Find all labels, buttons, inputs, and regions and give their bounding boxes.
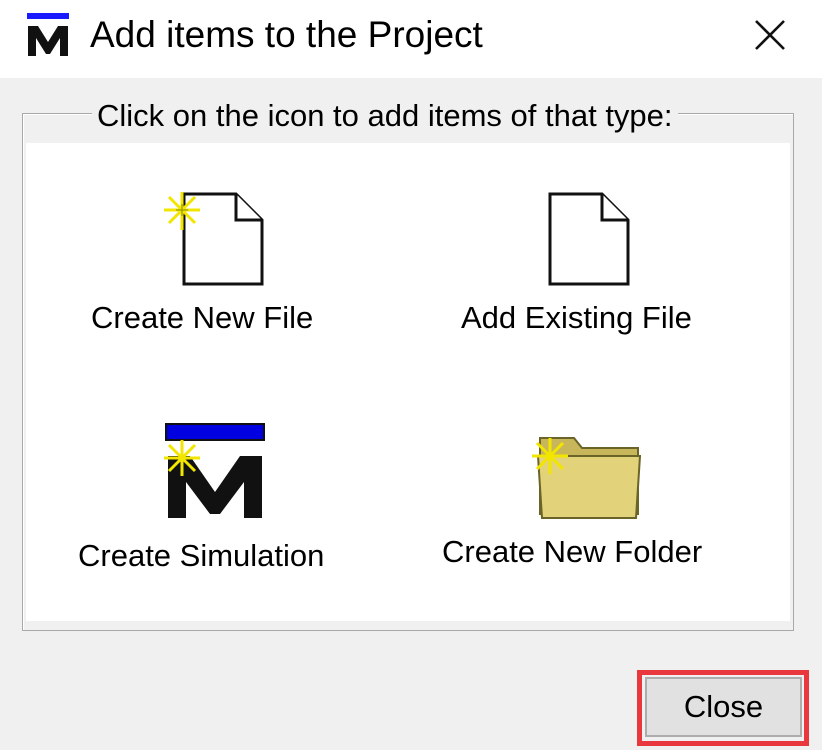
m-logo-icon xyxy=(27,13,69,56)
create-new-file-label: Create New File xyxy=(91,300,314,335)
create-new-folder-label: Create New Folder xyxy=(442,534,703,569)
dialog-window: Add items to the Project Click on the ic… xyxy=(0,0,822,750)
group-legend: Click on the icon to add items of that t… xyxy=(92,96,678,136)
new-simulation-icon xyxy=(164,423,265,518)
create-simulation-label: Create Simulation xyxy=(78,538,325,573)
add-existing-file-item[interactable]: Add Existing File xyxy=(458,188,728,338)
close-icon[interactable] xyxy=(740,8,800,62)
add-existing-file-label: Add Existing File xyxy=(461,300,692,335)
close-button[interactable]: Close xyxy=(645,677,802,737)
file-icon xyxy=(548,192,630,286)
create-new-folder-item[interactable]: Create New Folder xyxy=(440,426,740,576)
new-file-icon xyxy=(164,192,264,286)
new-folder-icon xyxy=(532,437,642,519)
create-simulation-item[interactable]: Create Simulation xyxy=(74,422,364,582)
create-new-file-item[interactable]: Create New File xyxy=(86,188,346,338)
window-title: Add items to the Project xyxy=(90,14,483,55)
title-bar: Add items to the Project xyxy=(0,0,822,78)
